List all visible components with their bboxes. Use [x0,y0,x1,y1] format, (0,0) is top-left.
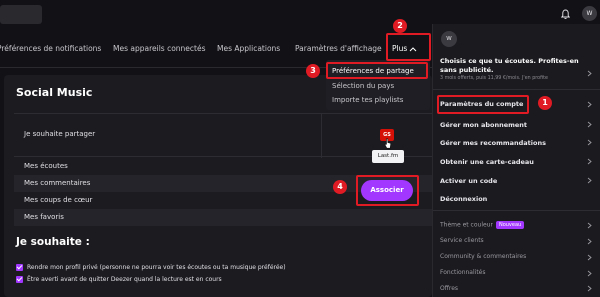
menu-item-offers[interactable]: Offres [440,285,458,292]
chevron-right-icon [587,222,592,229]
option-warn-before-quit[interactable]: Être averti avant de quitter Deezer quan… [16,276,222,283]
chevron-right-icon [587,270,592,277]
menu-item-import-playlists[interactable]: Importe tes playlists [332,96,403,104]
option-private-profile-label: Rendre mon profil privé (personne ne pou… [27,264,286,271]
search-bar[interactable] [0,5,42,24]
step-marker-1: 1 [538,96,552,110]
menu-item-community[interactable]: Community & commentaires [440,253,526,260]
chevron-right-icon [587,177,592,184]
menu-item-manage-subscription[interactable]: Gérer mon abonnement [440,121,527,129]
promo-subtitle: 3 mois offerts, puis 11,99 €/mois. J'en … [440,76,548,81]
option-private-profile[interactable]: Rendre mon profil privé (personne ne pou… [16,264,286,271]
wishes-heading: Je souhaite : [16,236,90,248]
chevron-right-icon [587,121,592,128]
highlight-box-plus [386,33,431,61]
chevron-right-icon [587,139,592,146]
menu-item-manage-recommendations[interactable]: Gérer mes recommandations [440,139,546,147]
chevron-right-icon [587,285,592,292]
chevron-right-icon [587,158,592,165]
menu-item-customer-service[interactable]: Service clients [440,237,484,244]
menu-item-features[interactable]: Fonctionnalités [440,269,486,276]
account-avatar: W [441,31,457,47]
highlight-box-sharing [326,62,428,79]
share-label: Je souhaite partager [24,130,96,138]
menu-item-gift-card[interactable]: Obtenir une carte-cadeau [440,158,534,166]
bell-icon[interactable] [561,9,570,20]
menu-item-country-selection[interactable]: Sélection du pays [332,82,394,90]
chevron-right-icon [587,70,592,77]
highlight-box-associate [356,175,419,206]
account-divider [433,210,600,211]
tab-applications[interactable]: Mes Applications [217,44,280,53]
list-item-listens: Mes écoutes [24,162,68,170]
new-badge: Nouveau [495,221,525,229]
pointer-cursor-icon [384,138,392,149]
user-avatar[interactable]: W [582,6,597,21]
tab-connected-devices[interactable]: Mes appareils connectés [113,44,206,53]
option-warn-before-quit-label: Être averti avant de quitter Deezer quan… [27,276,222,283]
list-item-favorites: Mes favoris [14,209,432,226]
chevron-right-icon [587,238,592,245]
tab-notifications[interactable]: Préférences de notifications [0,44,101,53]
chevron-right-icon [587,254,592,261]
step-marker-2: 2 [393,19,407,33]
menu-item-logout[interactable]: Déconnexion [440,195,487,203]
step-marker-3: 3 [306,64,320,78]
chevron-right-icon [587,101,592,108]
social-music-heading: Social Music [16,86,93,99]
step-marker-4: 4 [333,180,347,194]
tab-display-settings[interactable]: Paramètres d'affichage [295,44,382,53]
checkbox-warn-before-quit[interactable] [16,276,23,283]
share-row-divider [321,114,322,158]
page: W Préférences de notifications Mes appar… [0,0,600,297]
menu-item-theme-label: Thème et couleur [440,221,493,229]
highlight-box-account-settings [437,95,529,114]
account-divider [433,89,600,90]
checkbox-private-profile[interactable] [16,264,23,271]
menu-item-theme[interactable]: Thème et couleur Nouveau [440,221,525,229]
promo-title[interactable]: Choisis ce que tu écoutes. Profites-en s… [440,57,580,75]
menu-item-activate-code[interactable]: Activer un code [440,177,497,185]
